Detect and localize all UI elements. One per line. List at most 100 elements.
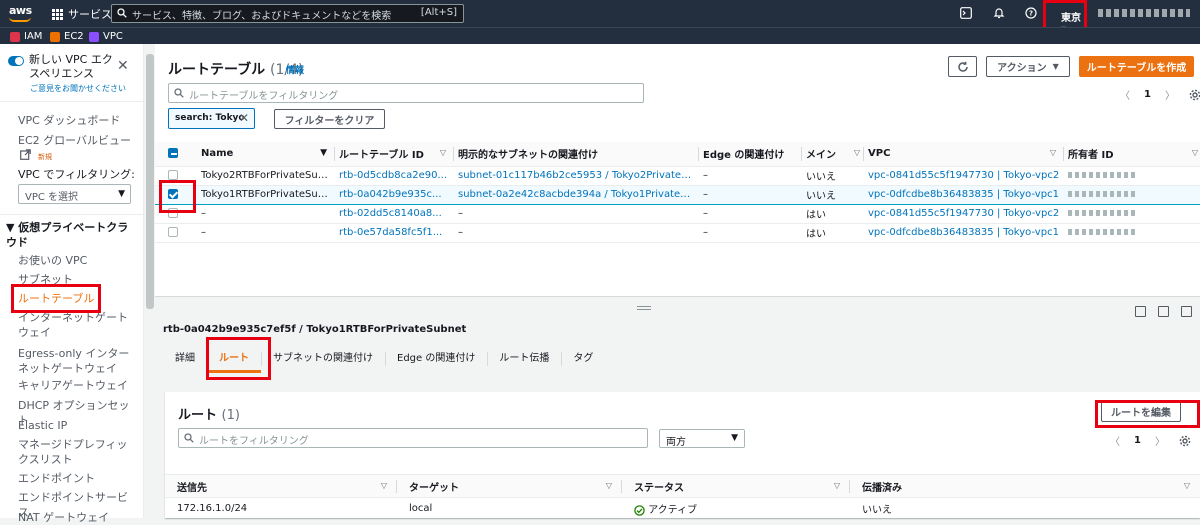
- drag-handle-icon[interactable]: [637, 306, 651, 310]
- cell-subnet-association: –: [454, 204, 699, 224]
- close-icon[interactable]: ✕: [117, 58, 129, 74]
- sidebar-item-elastic-ip[interactable]: Elastic IP: [18, 418, 138, 433]
- column-header-route-table-id[interactable]: ルートテーブル ID ▽: [335, 142, 454, 167]
- cell-route-table-id[interactable]: rtb-0a042b9e935c...: [335, 184, 454, 205]
- bell-icon[interactable]: [991, 5, 1007, 21]
- column-header-edge-associations[interactable]: Edge の関連付け: [699, 142, 802, 167]
- sidebar-item-vpc-dashboard[interactable]: VPC ダッシュボード: [18, 113, 138, 128]
- actions-button[interactable]: アクション ▼: [986, 56, 1070, 77]
- cloudshell-icon[interactable]: [958, 5, 974, 21]
- sidebar-item-egress-only-gateways[interactable]: Egress-only インターネットゲートウェイ: [18, 346, 138, 376]
- sidebar-item-endpoints[interactable]: エンドポイント: [18, 471, 138, 486]
- account-menu[interactable]: [1098, 9, 1190, 17]
- select-all-checkbox[interactable]: [168, 148, 178, 159]
- column-header-vpc[interactable]: VPC ▽: [864, 142, 1064, 167]
- route-table-filter-input[interactable]: ルートテーブルをフィルタリング: [168, 83, 644, 103]
- page-number[interactable]: 1: [1134, 435, 1141, 446]
- scrollbar-thumb[interactable]: [146, 54, 154, 309]
- cell-route-table-id[interactable]: rtb-0d5cdb8ca2e90...: [335, 166, 454, 186]
- sidebar-item-carrier-gateways[interactable]: キャリアゲートウェイ: [18, 378, 138, 393]
- sidebar-item-your-vpcs[interactable]: お使いの VPC: [18, 253, 138, 268]
- favorite-iam[interactable]: IAM: [10, 31, 42, 42]
- info-link[interactable]: 情報: [286, 63, 304, 76]
- sidebar-item-internet-gateways[interactable]: インターネットゲートウェイ: [18, 310, 138, 340]
- column-header-owner-id[interactable]: 所有者 ID ▽: [1064, 142, 1200, 167]
- cell-vpc[interactable]: vpc-0dfcdbe8b36483835 | Tokyo-vpc1: [864, 184, 1064, 205]
- close-icon[interactable]: ✕: [239, 111, 249, 125]
- cell-subnet-association[interactable]: subnet-01c117b46b2ce5953 / Tokyo2Private…: [454, 166, 699, 186]
- table-row-selected[interactable]: Tokyo1RTBForPrivateSubnet rtb-0a042b9e93…: [155, 184, 1200, 205]
- page-number[interactable]: 1: [1144, 89, 1151, 100]
- next-page-icon[interactable]: 〉: [1155, 433, 1165, 448]
- prev-page-icon[interactable]: 〈: [1120, 87, 1130, 102]
- routes-pagination: 〈 1 〉: [1110, 433, 1191, 448]
- sidebar-item-ec2-global-view[interactable]: EC2 グローバルビュー: [18, 133, 138, 148]
- cell-vpc[interactable]: vpc-0841d55c5f1947730 | Tokyo-vpc2: [864, 204, 1064, 224]
- cell-name: –: [197, 204, 335, 224]
- cell-vpc[interactable]: vpc-0841d55c5f1947730 | Tokyo-vpc2: [864, 166, 1064, 186]
- pagination: 〈 1 〉: [1120, 87, 1200, 102]
- vpc-icon: [89, 31, 99, 42]
- split-panel-divider[interactable]: [155, 296, 1200, 316]
- aws-logo[interactable]: aws: [6, 3, 40, 23]
- refresh-button[interactable]: [948, 56, 977, 77]
- column-header-status[interactable]: ステータス ▽: [622, 474, 850, 498]
- create-route-table-button[interactable]: ルートテーブルを作成: [1079, 56, 1194, 77]
- vpc-select[interactable]: VPC を選択 ▼: [18, 184, 131, 204]
- global-search-input[interactable]: サービス、特徴、ブログ、およびドキュメントなどを検索 [Alt+S]: [111, 4, 464, 23]
- tab-tags[interactable]: タグ: [561, 345, 605, 373]
- column-header-propagated[interactable]: 伝播済み ▽: [850, 474, 1200, 498]
- status-label: アクティブ: [648, 505, 698, 517]
- favorite-ec2[interactable]: EC2: [50, 31, 84, 42]
- prev-page-icon[interactable]: 〈: [1110, 433, 1120, 448]
- cell-route-table-id[interactable]: rtb-02dd5c8140a8...: [335, 204, 454, 224]
- cell-vpc[interactable]: vpc-0dfcdbe8b36483835 | Tokyo-vpc1: [864, 223, 1064, 243]
- table-row[interactable]: – rtb-02dd5c8140a8... – – はい vpc-0841d55…: [155, 204, 1200, 224]
- column-header-main[interactable]: メイン ▽: [802, 142, 864, 167]
- table-header-row: Name ▼ ルートテーブル ID ▽ 明示的なサブネットの関連付け Edge の関…: [155, 142, 1200, 167]
- services-menu-button[interactable]: サービス: [52, 6, 112, 22]
- column-header-name[interactable]: Name ▼: [197, 142, 335, 167]
- route-type-select[interactable]: 両方 ▼: [659, 429, 745, 448]
- sidebar-scrollbar[interactable]: [143, 44, 155, 518]
- panel-bottom-icon[interactable]: [1135, 306, 1146, 317]
- clear-filter-button[interactable]: フィルターをクリア: [274, 109, 385, 129]
- route-type-value: 両方: [666, 437, 686, 448]
- tab-edge-associations[interactable]: Edge の関連付け: [385, 345, 487, 373]
- tab-details[interactable]: 詳細: [163, 345, 207, 373]
- detail-title: rtb-0a042b9e935c7ef5f / Tokyo1RTBForPriv…: [163, 324, 467, 335]
- panel-close-icon[interactable]: [1181, 306, 1192, 317]
- panel-side-icon[interactable]: [1158, 306, 1169, 317]
- sidebar-item-managed-prefix-lists[interactable]: マネージドプレフィックスリスト: [18, 437, 138, 467]
- search-icon: [174, 88, 184, 98]
- row-checkbox[interactable]: [168, 227, 178, 237]
- table-row[interactable]: 172.16.1.0/24 local アクティブ いいえ: [165, 498, 1200, 520]
- table-row[interactable]: Tokyo2RTBForPrivateSubnet rtb-0d5cdb8ca2…: [155, 166, 1200, 186]
- gear-icon[interactable]: [1189, 89, 1200, 101]
- routes-table: 送信先 ▽ ターゲット ▽ ステータス ▽ 伝播済み ▽ 172.16.1.0/24 l…: [165, 474, 1200, 520]
- column-header-destination[interactable]: 送信先 ▽: [165, 474, 397, 498]
- gear-icon[interactable]: [1179, 435, 1191, 447]
- tab-subnet-associations[interactable]: サブネットの関連付け: [261, 345, 385, 373]
- grid-icon: [52, 8, 63, 20]
- next-page-icon[interactable]: 〉: [1165, 87, 1175, 102]
- help-icon[interactable]: ?: [1023, 5, 1039, 21]
- route-filter-input[interactable]: ルートをフィルタリング: [178, 428, 648, 448]
- column-header-target[interactable]: ターゲット ▽: [397, 474, 622, 498]
- select-all-checkbox-cell[interactable]: [155, 142, 197, 167]
- row-checkbox[interactable]: [168, 170, 178, 180]
- cell-subnet-association[interactable]: subnet-0a2e42c8acbde394a / Tokyo1Private…: [454, 184, 699, 205]
- feedback-link[interactable]: ご意見をお聞かせください: [30, 83, 126, 94]
- tab-route-propagation[interactable]: ルート伝播: [487, 345, 561, 373]
- cell-propagated: いいえ: [862, 505, 892, 517]
- refresh-icon: [957, 61, 968, 72]
- cell-name: Tokyo1RTBForPrivateSubnet: [197, 184, 335, 205]
- search-shortcut: [Alt+S]: [420, 7, 457, 18]
- favorite-vpc[interactable]: VPC: [89, 31, 123, 42]
- check-circle-icon: [634, 505, 645, 516]
- new-vpc-experience-toggle[interactable]: [8, 56, 24, 66]
- column-header-explicit-subnet[interactable]: 明示的なサブネットの関連付け: [454, 142, 699, 167]
- cell-route-table-id[interactable]: rtb-0e57da58fc5f1...: [335, 223, 454, 243]
- section-virtual-private-cloud[interactable]: ▼ 仮想プライベートクラウド: [6, 220, 136, 250]
- table-row[interactable]: – rtb-0e57da58fc5f1... – – はい vpc-0dfcdb…: [155, 223, 1200, 243]
